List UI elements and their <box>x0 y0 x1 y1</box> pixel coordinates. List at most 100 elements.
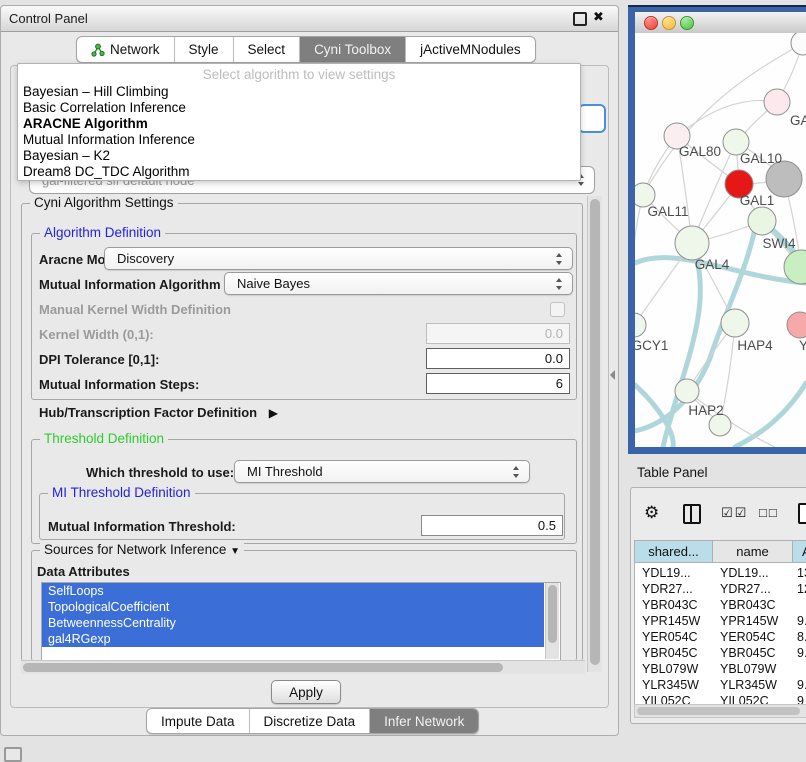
dpi-tolerance-field[interactable]: 0.0 <box>426 348 570 369</box>
control-panel-titlebar[interactable]: Control Panel ✖ <box>1 6 618 32</box>
dropdown-item[interactable]: Dream8 DC_TDC Algorithm <box>23 164 190 179</box>
column-header[interactable]: A <box>793 541 806 563</box>
data-attributes-label: Data Attributes <box>37 564 130 579</box>
table-cell[interactable]: YDL19... <box>642 565 712 581</box>
table-cell[interactable]: 12 <box>797 581 806 597</box>
tab-jactivemnodules[interactable]: jActiveMNodules <box>406 37 535 62</box>
kernel-width-field[interactable]: 0.0 <box>426 323 570 344</box>
node[interactable] <box>748 207 776 235</box>
table-cell[interactable]: YBL079W <box>720 661 792 677</box>
table-cell[interactable]: 9. <box>797 613 806 629</box>
tab-cyni-toolbox[interactable]: Cyni Toolbox <box>300 37 406 62</box>
table-cell[interactable]: 9. <box>797 677 806 693</box>
table-cell[interactable]: 13 <box>797 565 806 581</box>
dropdown-item[interactable]: Mutual Information Inference <box>23 132 195 147</box>
column-header[interactable]: name <box>713 541 793 563</box>
table-cell[interactable]: YBR045C <box>720 645 792 661</box>
close-icon[interactable]: ✖ <box>593 9 604 25</box>
settings-horizontal-scrollbar[interactable] <box>21 660 585 674</box>
node-hap4[interactable] <box>721 309 749 337</box>
node-gal4[interactable] <box>675 226 709 260</box>
network-view-window[interactable]: GAL GAL80 GAL10 GAL1 GAL11 SWI4 GAL4 GCY… <box>628 5 806 454</box>
dropdown-item[interactable]: Bayesian – K2 <box>23 148 110 163</box>
node-gray[interactable] <box>766 161 802 197</box>
node-salmon[interactable] <box>787 312 806 338</box>
table-cell[interactable]: YER054C <box>720 629 792 645</box>
table-cell[interactable]: YBR045C <box>642 645 712 661</box>
attr-list-scrollbar[interactable] <box>545 583 559 659</box>
node-label: GAL <box>790 113 806 128</box>
tab-discretize-data[interactable]: Discretize Data <box>250 709 371 733</box>
spinner-icon <box>513 466 520 478</box>
table-cell[interactable]: 8. <box>797 629 806 645</box>
node[interactable] <box>791 33 806 55</box>
network-canvas[interactable]: GAL GAL80 GAL10 GAL1 GAL11 SWI4 GAL4 GCY… <box>635 33 806 447</box>
sources-legend[interactable]: Sources for Network Inference ▼ <box>40 542 244 557</box>
dropdown-hint: Select algorithm to view settings <box>18 67 580 82</box>
network-window-titlebar[interactable] <box>635 12 806 34</box>
node-label: HAP2 <box>688 403 723 418</box>
aracne-mode-combo[interactable]: Discovery <box>104 247 573 270</box>
node-label: GAL10 <box>740 151 782 166</box>
attribute-item[interactable]: BetweennessCentrality <box>42 615 544 631</box>
mac-minimize-icon[interactable] <box>662 16 676 30</box>
new-table-icon[interactable] <box>798 503 806 524</box>
table-cell[interactable]: YPR145W <box>642 613 712 629</box>
settings-gear-icon[interactable]: ⚙ <box>644 503 659 523</box>
panel-divider-handle[interactable] <box>610 370 615 380</box>
apply-button[interactable]: Apply <box>271 680 341 704</box>
collapse-down-icon[interactable]: ▼ <box>230 546 240 557</box>
table-cell[interactable] <box>797 597 806 613</box>
select-all-checks-icon[interactable]: ☑☑ <box>721 505 748 521</box>
which-threshold-combo[interactable]: MI Threshold <box>234 460 530 483</box>
data-attributes-list[interactable]: SelfLoops TopologicalCoefficient Between… <box>41 582 561 662</box>
tab-style[interactable]: Style <box>175 37 234 62</box>
attribute-item[interactable]: SelfLoops <box>42 583 544 599</box>
expand-right-icon[interactable]: ▶ <box>269 406 278 420</box>
mi-threshold-field[interactable]: 0.5 <box>421 515 563 536</box>
manual-kernel-checkbox[interactable] <box>550 302 565 317</box>
table-cell[interactable]: YDR27... <box>642 581 712 597</box>
table-cell[interactable]: YLR345W <box>642 677 712 693</box>
tab-select[interactable]: Select <box>234 37 301 62</box>
table-cell[interactable]: YBL079W <box>642 661 712 677</box>
table-cell[interactable]: YDR27... <box>720 581 792 597</box>
table-horizontal-scrollbar[interactable] <box>634 704 806 718</box>
table-cell[interactable]: YPR145W <box>720 613 792 629</box>
dropdown-item[interactable]: Bayesian – Hill Climbing <box>23 84 169 99</box>
threshold-definition-legend: Threshold Definition <box>40 431 168 446</box>
hub-definition-expander[interactable]: Hub/Transcription Factor Definition ▶ <box>39 405 278 420</box>
settings-vertical-scrollbar[interactable] <box>587 196 602 672</box>
node[interactable] <box>764 89 790 115</box>
table-cell[interactable] <box>797 661 806 677</box>
table-cell[interactable]: YER054C <box>642 629 712 645</box>
float-window-icon[interactable] <box>573 12 587 26</box>
node-gcy1[interactable] <box>635 313 646 337</box>
dropdown-item-selected[interactable]: ARACNE Algorithm <box>23 116 148 131</box>
table-cell[interactable]: YBR043C <box>720 597 792 613</box>
split-columns-icon[interactable] <box>683 504 701 524</box>
attribute-item[interactable]: TopologicalCoefficient <box>42 599 544 615</box>
deselect-all-icon[interactable]: □□ <box>759 505 779 520</box>
tab-impute-data[interactable]: Impute Data <box>147 709 250 733</box>
column-header[interactable]: shared... <box>635 541 713 563</box>
dock-icon[interactable] <box>4 747 22 762</box>
node-label: GAL4 <box>695 257 730 272</box>
focused-combo-fragment <box>578 104 606 133</box>
table-cell[interactable]: YLR345W <box>720 677 792 693</box>
dropdown-item[interactable]: Basic Correlation Inference <box>23 100 186 115</box>
table-cell[interactable]: YBR043C <box>642 597 712 613</box>
attribute-item[interactable]: gal4RGexp <box>42 631 544 647</box>
algorithm-definition-legend: Algorithm Definition <box>40 225 165 240</box>
table-panel: ⚙ ☑☑ □□ shared... name A YDL19... YDL19.… <box>630 487 806 724</box>
tab-network[interactable]: Network <box>77 37 175 62</box>
table-cell[interactable]: YDL19... <box>720 565 792 581</box>
network-icon <box>91 43 105 57</box>
mac-close-icon[interactable] <box>644 16 658 30</box>
table-cell[interactable]: 9. <box>797 645 806 661</box>
tab-infer-network[interactable]: Infer Network <box>370 709 478 733</box>
node-hap2[interactable] <box>675 379 699 403</box>
mi-type-combo[interactable]: Naive Bayes <box>224 272 573 295</box>
mi-steps-field[interactable]: 6 <box>426 373 570 394</box>
mac-zoom-icon[interactable] <box>680 16 694 30</box>
